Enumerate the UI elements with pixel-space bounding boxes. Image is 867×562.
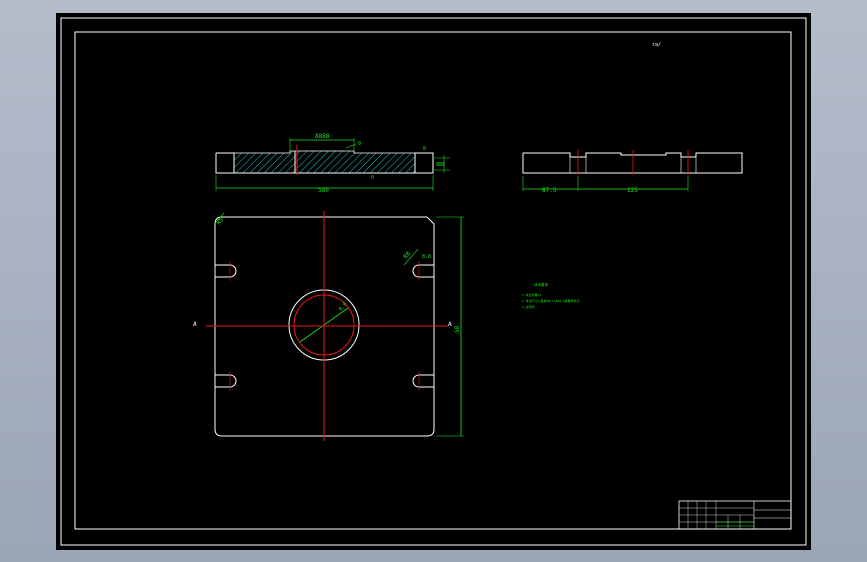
- cad-window: ra/ 8888 0 888 0 580 0 87.5 125 8.8 R5 R…: [0, 0, 867, 562]
- title-block: [678, 500, 792, 530]
- notes-line-1: 1.未注倒角C1: [522, 292, 541, 297]
- slot-label: R8: [402, 250, 412, 260]
- cad-drawing: ra/ 8888 0 888 0 580 0 87.5 125 8.8 R5 R…: [60, 17, 807, 546]
- notes-title: 技术要求: [534, 282, 548, 287]
- side-dim-right: 125: [627, 187, 638, 194]
- notes-line-3: 3.去毛刺: [522, 304, 535, 309]
- leader-label: 0: [358, 141, 361, 147]
- svg-text:0: 0: [423, 146, 426, 152]
- side-outline: [522, 152, 743, 174]
- slot-left-bottom: [215, 374, 237, 388]
- side-dim-left: 87.5: [542, 187, 557, 194]
- height-dim-label: 58: [454, 325, 461, 333]
- svg-text:0: 0: [371, 175, 374, 181]
- section-view: 8888 0 888 0 580 0: [215, 133, 450, 194]
- drawing-canvas[interactable]: ra/ 8888 0 888 0 580 0 87.5 125 8.8 R5 R…: [56, 13, 811, 550]
- section-marker-left: A: [193, 321, 197, 328]
- inner-frame: [74, 31, 792, 530]
- dim-label-right: 888: [436, 162, 445, 168]
- bore-label: 8.8: [338, 302, 348, 313]
- section-marker-right: A: [448, 321, 452, 328]
- technical-notes: 技术要求 1.未注倒角C1 2.未注尺寸公差按GB/T1804-m级要求执行 3…: [522, 282, 580, 309]
- slot-left-top: [215, 264, 237, 278]
- dim-label-overall: 580: [318, 187, 329, 194]
- plan-view: 8.8 R5 R8 8.8 A A 58: [193, 211, 464, 441]
- hole-label: 8.8: [422, 254, 431, 260]
- dim-label-top: 8888: [315, 133, 330, 140]
- section-hatch: [233, 150, 416, 174]
- notes-line-2: 2.未注尺寸公差按GB/T1804-m级要求执行: [522, 298, 580, 303]
- slot-right-top: [412, 264, 434, 278]
- slot-right-bottom: [412, 374, 434, 388]
- side-view: 87.5 125: [522, 150, 743, 194]
- corner-note: ra/: [652, 42, 661, 48]
